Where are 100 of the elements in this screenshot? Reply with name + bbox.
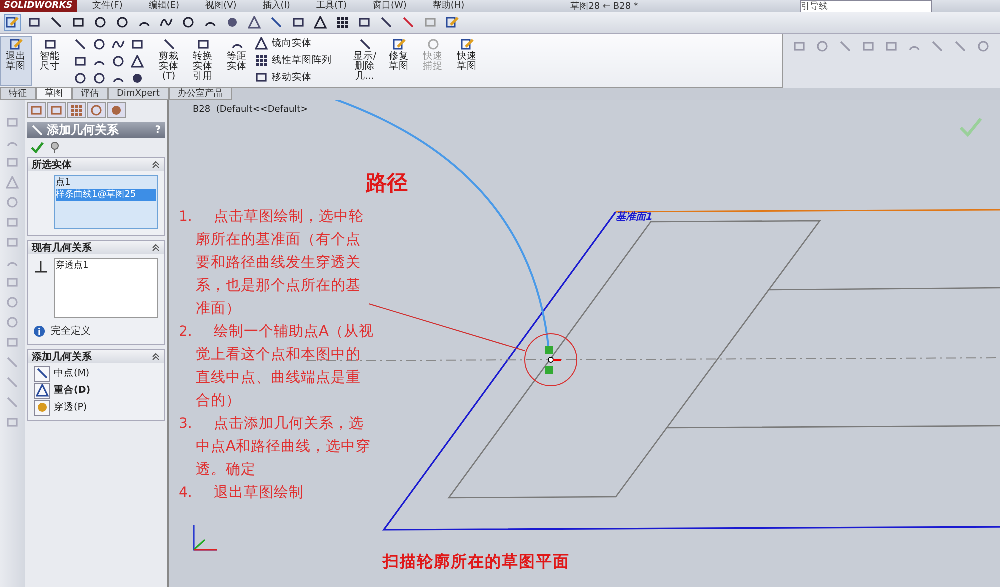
ribbon-tab[interactable]: 办公室产品 [168, 88, 232, 100]
menu-item[interactable]: 视图(V) [196, 0, 247, 12]
panel-tab[interactable] [67, 102, 86, 118]
tool-icon [816, 40, 829, 53]
tool-icon [70, 104, 83, 116]
tool-icon [44, 38, 56, 51]
annotation-caption: 扫描轮廓所在的草图平面 [383, 552, 570, 573]
collapse-icon[interactable] [152, 244, 160, 252]
ribbon-button[interactable]: 线性草图阵列 [255, 53, 347, 68]
toolbar-button[interactable] [334, 14, 351, 31]
ribbon-button[interactable]: 等距实体 [221, 36, 253, 86]
step-number: 4. [179, 484, 194, 503]
panel-tab[interactable] [27, 102, 46, 118]
menu-item[interactable]: 窗口(W) [362, 0, 417, 12]
ribbon-tab[interactable]: 草图 [36, 88, 72, 100]
circle-icon [116, 16, 129, 29]
annotation-title: 路径 [366, 169, 408, 197]
toolbar-button[interactable] [246, 14, 263, 31]
panel-tab[interactable] [107, 102, 126, 118]
step-number: 2. [179, 323, 194, 342]
ribbon-tab[interactable]: 特征 [0, 88, 36, 100]
ribbon-tab[interactable]: DimXpert [108, 88, 169, 100]
search-text: 引导线 [801, 0, 828, 12]
menu-item[interactable]: 文件(F) [82, 0, 133, 12]
menu-item[interactable]: 编辑(E) [138, 0, 190, 12]
point-marker [545, 346, 561, 374]
spline-icon [112, 38, 125, 51]
tool-icon [977, 40, 990, 53]
ribbon-button[interactable]: 智能尺寸 [34, 36, 66, 86]
ribbon-tab[interactable]: 评估 [72, 88, 108, 100]
list-item[interactable]: 穿透点1 [56, 260, 156, 272]
step-text: 绘制一个辅助点A（从视觉上看这个点和本图中的直线中点、曲线端点是重合的） [196, 323, 374, 411]
toolbar-button[interactable] [4, 14, 21, 31]
menu-item[interactable]: 工具(T) [306, 0, 357, 12]
ribbon-button[interactable]: 镜向实体 [255, 36, 347, 51]
panel-tab[interactable] [87, 102, 106, 118]
ribbon-button[interactable]: 移动实体 [255, 70, 347, 85]
tool-icon [6, 316, 19, 329]
point-icon [131, 72, 144, 85]
search-field[interactable]: 引导线 [800, 0, 932, 12]
plane-label: 基准面1 [616, 210, 653, 224]
tool-icon [6, 336, 19, 349]
tool-icon [460, 38, 474, 51]
tool-icon [931, 40, 944, 53]
tool-icon [862, 40, 875, 53]
relation-option[interactable]: 中点(M) [28, 365, 96, 382]
rectangle-icon [72, 16, 85, 29]
ribbon-button[interactable]: 转换实体引用 [187, 36, 219, 86]
tool-icon [839, 40, 852, 53]
confirm-checkmark-icon[interactable] [959, 117, 983, 137]
list-item[interactable]: 点1 [56, 177, 156, 189]
entity-list[interactable]: 点1 样条曲线1@草图25 [54, 175, 158, 229]
ribbon-button[interactable]: 快速草图 [451, 36, 483, 86]
tool-icon [793, 40, 806, 53]
tool-icon [6, 156, 19, 169]
rectangle-icon [74, 55, 87, 68]
panel-tab[interactable] [47, 102, 66, 118]
menu-item[interactable]: 帮助(H) [422, 0, 475, 12]
tool-icon [110, 104, 123, 116]
tool-icon [255, 37, 268, 50]
toolbar-button[interactable] [444, 14, 461, 31]
ribbon-button[interactable]: 修复草图 [383, 36, 415, 86]
line-icon [74, 38, 87, 51]
panel-title: 添加几何关系 [47, 122, 120, 138]
step-text: 点击草图绘制，选中轮廓所在的基准面（有个点要和路径曲线发生穿透关系，也是那个点所在的基准面） [196, 208, 365, 319]
tool-icon [426, 38, 440, 51]
ribbon-button[interactable]: 显示/删除几... [349, 36, 381, 86]
pattern-icon [336, 16, 349, 29]
tool-icon [6, 396, 19, 409]
collapse-icon[interactable] [152, 352, 160, 360]
line-icon [50, 16, 63, 29]
tool-icon [255, 54, 268, 67]
tool-icon [6, 376, 19, 389]
circle-icon [93, 38, 106, 51]
feature-tree-label[interactable]: B28 (Default<<Default> [193, 105, 308, 115]
tool-icon [6, 176, 19, 189]
relation-option[interactable]: 穿透(P) [28, 399, 94, 416]
menu-item[interactable]: 插入(I) [252, 0, 300, 12]
tool-icon [6, 356, 19, 369]
ribbon-button[interactable]: 退出草图 [0, 36, 32, 86]
tool-icon [6, 196, 19, 209]
tool-icon [6, 296, 19, 309]
relation-list[interactable]: 穿透点1 [54, 258, 158, 318]
tool-icon [6, 116, 19, 129]
section-title: 添加几何关系 [32, 350, 93, 364]
tool-icon [196, 38, 210, 51]
toolbar-button[interactable] [312, 14, 329, 31]
pushpin-icon[interactable] [50, 142, 60, 153]
checkmark-icon[interactable] [31, 142, 44, 153]
tool-icon [392, 38, 406, 51]
collapse-icon[interactable] [152, 160, 160, 168]
relation-option[interactable]: 重合(D) [28, 382, 97, 399]
step-number: 1. [179, 208, 194, 227]
tool-icon [954, 40, 967, 53]
tool-icon [6, 416, 19, 429]
ribbon-button[interactable]: 剪裁实体(T) [153, 36, 185, 86]
axis-triad-drawing [193, 525, 217, 551]
info-icon [34, 326, 45, 336]
toolbar-button[interactable] [129, 53, 146, 70]
tool-icon [90, 104, 103, 116]
